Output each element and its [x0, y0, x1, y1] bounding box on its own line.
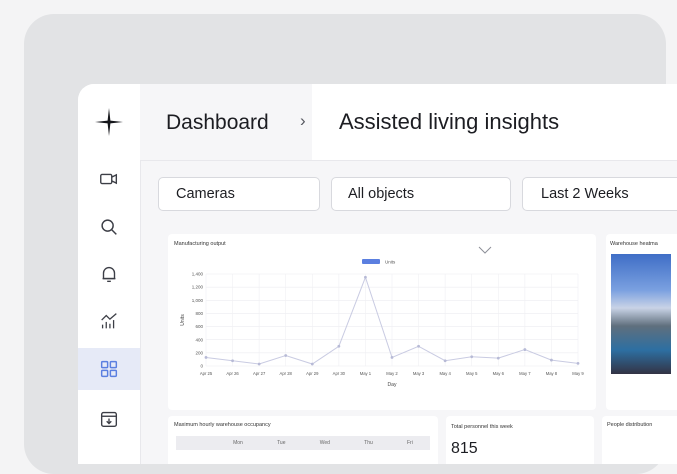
- data-point: [443, 359, 447, 363]
- data-point: [310, 362, 314, 366]
- data-point: [417, 344, 420, 348]
- camera-icon: [100, 173, 118, 185]
- data-point: [231, 359, 234, 363]
- data-point: [337, 344, 341, 348]
- data-point: [390, 356, 394, 359]
- x-tick-label: May 9: [572, 371, 584, 376]
- y-tick-label: 0: [200, 364, 203, 369]
- y-tick-label: 1,000: [192, 298, 204, 303]
- breadcrumb-root[interactable]: Dashboard: [166, 111, 269, 135]
- breadcrumb-separator: ›: [300, 111, 306, 130]
- day-column-header: Wed: [319, 440, 330, 446]
- x-tick-label: May 1: [360, 371, 372, 376]
- x-axis-label: Day: [388, 382, 397, 388]
- legend-label: Units: [385, 260, 396, 265]
- x-tick-label: May 4: [439, 371, 451, 376]
- x-tick-label: May 2: [386, 371, 398, 376]
- manufacturing-output-card: Manufacturing output 1,400 1,200 1,000 800 6…: [168, 234, 596, 410]
- y-tick-label: 600: [195, 324, 203, 329]
- y-tick-label: 400: [195, 337, 203, 342]
- x-tick-label: May 6: [493, 371, 505, 376]
- y-tick-label: 200: [195, 350, 203, 355]
- card-title: Total personnel this week: [451, 424, 513, 430]
- analytics-icon: [101, 313, 117, 329]
- y-axis-label: Units: [180, 314, 186, 326]
- header: Dashboard › Assisted living insights: [140, 84, 677, 161]
- card-title: Warehouse heatma: [610, 241, 658, 247]
- x-tick-label: Apr 26: [226, 371, 239, 376]
- card-title: People distribution: [607, 422, 653, 428]
- y-tick-label: 1,400: [192, 272, 204, 277]
- data-point: [257, 362, 261, 366]
- app-window: Dashboard › Assisted living insights Cam…: [78, 84, 677, 464]
- x-tick-label: May 7: [519, 371, 531, 376]
- warehouse-photo: [611, 254, 671, 374]
- data-point: [576, 361, 580, 365]
- line-chart: 1,400 1,200 1,000 800 600 400 200 0 Apr 25 Apr 26…: [180, 259, 584, 388]
- x-tick-label: Apr 28: [280, 371, 293, 376]
- data-point: [284, 354, 288, 357]
- data-point: [550, 358, 553, 362]
- personnel-card: Total personnel this week 815: [446, 416, 594, 464]
- x-tick-label: Apr 27: [253, 371, 266, 376]
- x-tick-label: May 3: [413, 371, 425, 376]
- x-tick-label: Apr 30: [333, 371, 346, 376]
- bell-icon: [102, 266, 116, 283]
- sidebar-item-cameras[interactable]: [78, 158, 140, 200]
- day-column-header: Fri: [406, 440, 413, 446]
- objects-filter[interactable]: All objects: [331, 177, 511, 211]
- x-tick-label: Apr 29: [306, 371, 319, 376]
- day-column-header: Thu: [364, 440, 373, 446]
- heatmap-card: Warehouse heatma: [606, 234, 677, 410]
- personnel-count: 815: [451, 440, 478, 457]
- y-tick-label: 1,200: [192, 285, 204, 290]
- people-distribution-card: People distribution: [602, 416, 677, 464]
- sidebar-item-exports[interactable]: [78, 398, 140, 440]
- day-column-header: Tue: [277, 440, 286, 446]
- archive-icon: [100, 411, 118, 428]
- search-icon: [101, 219, 117, 235]
- occupancy-table-header: Mon Tue Wed Thu Fri: [176, 436, 430, 450]
- x-tick-label: Apr 25: [200, 371, 213, 376]
- sidebar-item-alerts[interactable]: [78, 253, 140, 295]
- x-tick-label: May 8: [546, 371, 558, 376]
- data-point: [204, 356, 208, 359]
- occupancy-card: Maximum hourly warehouse occupancy Mon Tu…: [168, 416, 438, 464]
- date-range-filter[interactable]: Last 2 Weeks: [522, 177, 677, 211]
- page-title: Assisted living insights: [312, 84, 677, 160]
- y-tick-label: 800: [195, 311, 203, 316]
- sidebar-item-dashboards[interactable]: [78, 348, 140, 390]
- day-column-header: Mon: [233, 440, 243, 446]
- sidebar: [78, 84, 141, 464]
- legend-swatch: [362, 259, 380, 264]
- data-point: [523, 348, 527, 351]
- grid-icon: [100, 360, 118, 378]
- sidebar-item-search[interactable]: [78, 206, 140, 248]
- x-tick-label: May 5: [466, 371, 478, 376]
- data-point: [496, 356, 500, 360]
- sidebar-item-analytics[interactable]: [78, 300, 140, 342]
- cameras-filter[interactable]: Cameras: [158, 177, 320, 211]
- card-title: Maximum hourly warehouse occupancy: [174, 422, 271, 428]
- data-point: [364, 275, 367, 279]
- sparkle-icon[interactable]: [93, 106, 125, 138]
- data-point: [470, 355, 474, 359]
